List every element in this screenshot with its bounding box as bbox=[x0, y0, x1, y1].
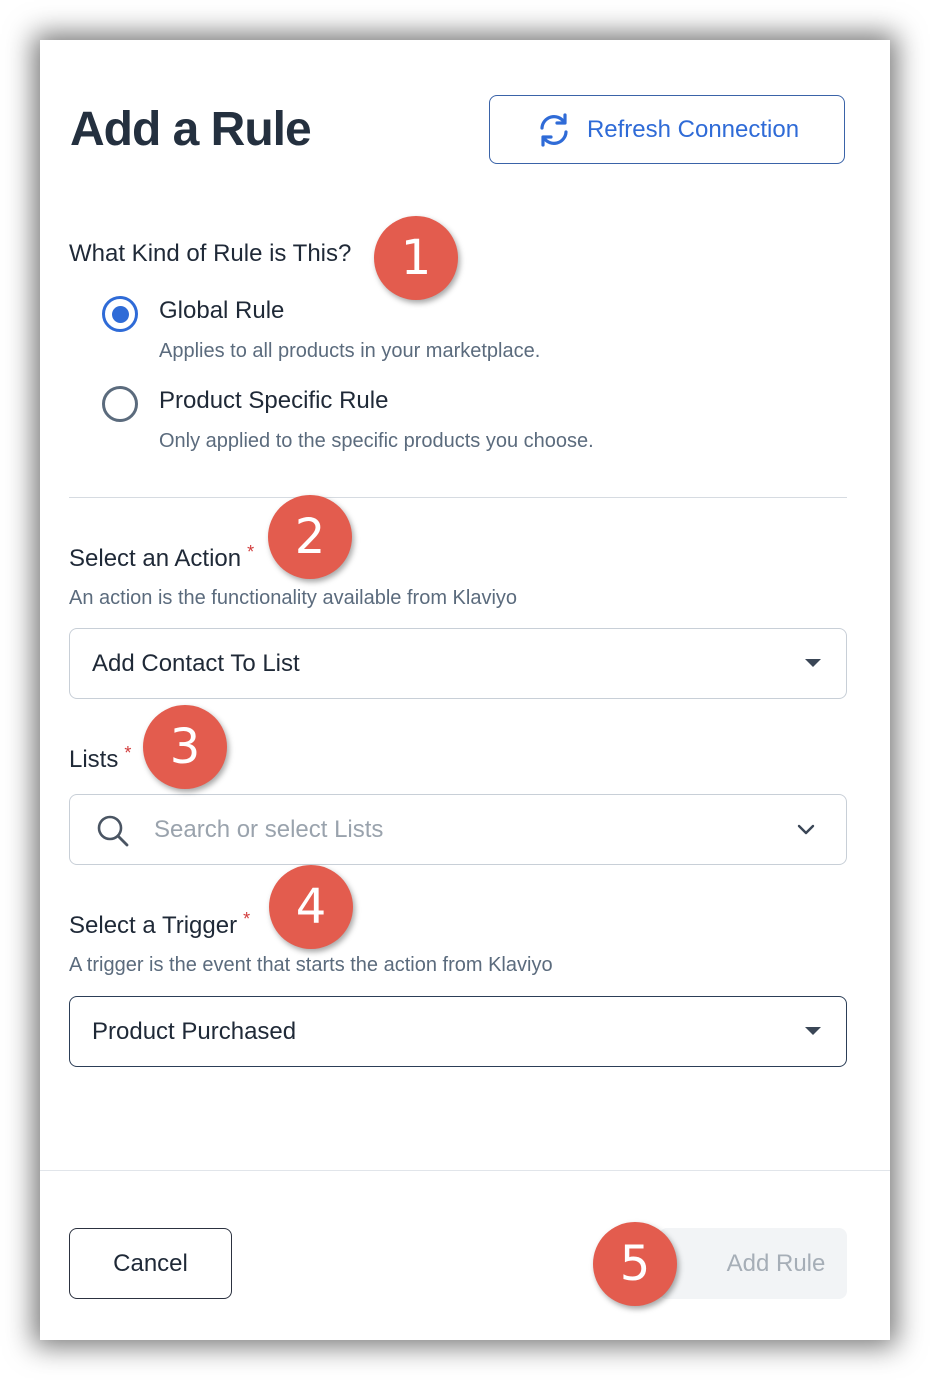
search-icon bbox=[96, 814, 130, 853]
footer-divider bbox=[40, 1170, 890, 1171]
lists-label-text: Lists bbox=[69, 746, 119, 773]
trigger-label-text: Select a Trigger bbox=[69, 912, 238, 939]
chevron-down-icon[interactable] bbox=[796, 823, 816, 842]
trigger-label: Select a Trigger * bbox=[69, 909, 251, 942]
refresh-connection-button[interactable]: Refresh Connection bbox=[489, 95, 845, 164]
radio-global-rule[interactable]: Global Rule Applies to all products in y… bbox=[102, 296, 540, 364]
cancel-button[interactable]: Cancel bbox=[69, 1228, 232, 1299]
step-marker-1: 1 bbox=[374, 216, 458, 300]
action-label-text: Select an Action bbox=[69, 545, 242, 572]
radio-description-product-specific: Only applied to the specific products yo… bbox=[159, 430, 594, 452]
required-indicator: * bbox=[243, 909, 251, 929]
trigger-select[interactable]: Product Purchased bbox=[69, 996, 847, 1067]
refresh-icon bbox=[535, 112, 573, 147]
lists-label: Lists * bbox=[69, 743, 132, 776]
action-select-value: Add Contact To List bbox=[92, 649, 300, 677]
radio-button-checked[interactable] bbox=[102, 296, 138, 332]
add-rule-modal: Add a Rule Refresh Connection What Kind … bbox=[40, 40, 890, 1340]
lists-search-select[interactable] bbox=[69, 794, 847, 865]
action-select[interactable]: Add Contact To List bbox=[69, 628, 847, 699]
refresh-connection-label: Refresh Connection bbox=[586, 115, 800, 143]
radio-button-unchecked[interactable] bbox=[102, 386, 138, 422]
page-title: Add a Rule bbox=[70, 103, 312, 156]
trigger-help-text: A trigger is the event that starts the a… bbox=[69, 954, 553, 976]
step-marker-4: 4 bbox=[269, 865, 353, 949]
action-label: Select an Action * bbox=[69, 542, 255, 575]
trigger-select-value: Product Purchased bbox=[92, 1017, 297, 1045]
caret-down-icon bbox=[805, 659, 821, 667]
radio-label-global: Global Rule bbox=[159, 297, 285, 324]
lists-search-input[interactable] bbox=[154, 795, 774, 864]
step-marker-5: 5 bbox=[593, 1222, 677, 1306]
required-indicator: * bbox=[247, 542, 255, 562]
add-rule-button[interactable]: Add Rule bbox=[659, 1228, 847, 1299]
action-help-text: An action is the functionality available… bbox=[69, 587, 518, 609]
radio-description-global: Applies to all products in your marketpl… bbox=[159, 340, 541, 362]
step-marker-2: 2 bbox=[268, 495, 352, 579]
radio-product-specific-rule[interactable]: Product Specific Rule Only applied to th… bbox=[102, 386, 594, 454]
required-indicator: * bbox=[124, 743, 132, 763]
caret-down-icon bbox=[805, 1027, 821, 1035]
section-divider bbox=[69, 497, 847, 498]
radio-label-product-specific: Product Specific Rule bbox=[159, 387, 389, 414]
step-marker-3: 3 bbox=[143, 705, 227, 789]
rule-kind-label: What Kind of Rule is This? bbox=[69, 240, 352, 267]
